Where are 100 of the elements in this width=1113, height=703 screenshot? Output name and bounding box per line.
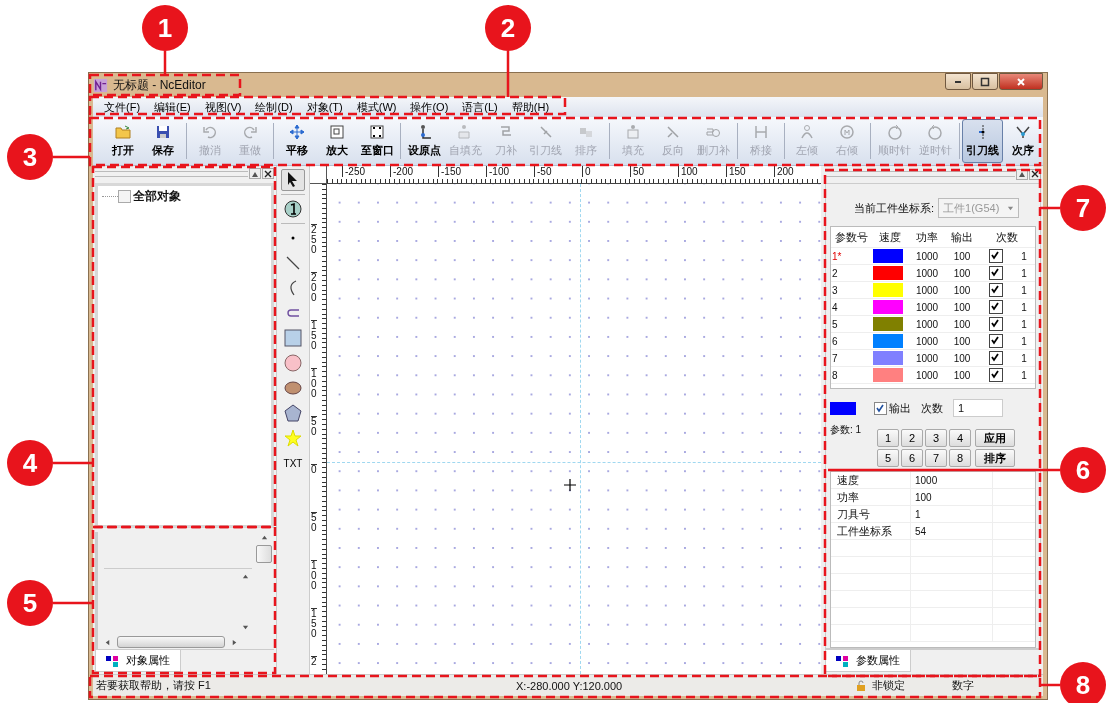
table-row[interactable]: 7 1000 100 1 bbox=[831, 350, 1035, 367]
checkbox[interactable] bbox=[989, 283, 1003, 297]
checkbox[interactable] bbox=[989, 334, 1003, 348]
color-swatch[interactable] bbox=[873, 300, 903, 314]
folder-icon bbox=[115, 124, 131, 140]
table-row[interactable]: 8 1000 100 1 bbox=[831, 367, 1035, 384]
minimize-icon bbox=[955, 80, 961, 83]
callout-badge: 2 bbox=[485, 5, 531, 51]
menu-item[interactable]: 编辑(E) bbox=[147, 99, 198, 115]
clockwise-circle-icon bbox=[886, 124, 903, 140]
ellipse-icon bbox=[284, 379, 302, 397]
checkbox[interactable] bbox=[989, 368, 1003, 382]
property-value: 1 bbox=[911, 506, 993, 522]
tree-item[interactable]: 全部对象 bbox=[133, 187, 181, 205]
close-button[interactable] bbox=[1029, 168, 1041, 180]
number-button[interactable]: 5 bbox=[877, 449, 900, 467]
number-button[interactable]: 2 bbox=[901, 429, 924, 447]
table-cell-text: 7 bbox=[831, 352, 839, 364]
scroll-thumb[interactable] bbox=[256, 545, 272, 563]
color-swatch[interactable] bbox=[830, 401, 856, 415]
properties-icon bbox=[106, 654, 120, 667]
color-swatch[interactable] bbox=[873, 351, 903, 365]
app-icon bbox=[93, 77, 108, 93]
menu-item[interactable]: 帮助(H) bbox=[504, 99, 557, 115]
tool-button[interactable] bbox=[281, 198, 305, 220]
color-swatch[interactable] bbox=[873, 249, 903, 263]
table-row[interactable]: 3 1000 100 1 bbox=[831, 282, 1035, 299]
property-value: 100 bbox=[911, 489, 993, 505]
table-cell-text: 1 bbox=[1020, 301, 1028, 313]
ruler-label: 150 bbox=[311, 320, 317, 351]
callout-badge: 7 bbox=[1060, 185, 1106, 231]
checkbox[interactable] bbox=[989, 317, 1003, 331]
table-cell-text: 1000 bbox=[914, 267, 940, 279]
column-header: 参数号 bbox=[833, 229, 869, 245]
ruler-label: -50 bbox=[534, 166, 552, 177]
checkbox[interactable] bbox=[118, 189, 131, 203]
checkbox[interactable] bbox=[989, 266, 1003, 280]
menu-item[interactable]: 操作(O) bbox=[403, 99, 456, 115]
number-button[interactable]: 6 bbox=[901, 449, 924, 467]
ruler-label: -200 bbox=[390, 166, 413, 177]
scroll-left-icon bbox=[104, 638, 111, 646]
leader-line bbox=[1040, 683, 1060, 687]
panel-tab[interactable]: 对象属性 bbox=[95, 650, 181, 672]
output-checkbox[interactable]: 输出 bbox=[874, 400, 911, 416]
checkbox[interactable] bbox=[989, 249, 1003, 263]
number-button[interactable]: 1 bbox=[877, 429, 900, 447]
table-row[interactable]: 6 1000 100 1 bbox=[831, 333, 1035, 350]
table-cell-text: 2 bbox=[831, 267, 839, 279]
scroll-thumb[interactable] bbox=[117, 636, 225, 648]
leader-line bbox=[53, 155, 90, 159]
toolbar-button[interactable]: 次序 bbox=[1003, 119, 1043, 163]
menu-item[interactable]: 模式(W) bbox=[349, 99, 404, 115]
number-button[interactable]: 8 bbox=[949, 449, 972, 467]
checkbox[interactable] bbox=[989, 351, 1003, 365]
table-row[interactable]: 2 1000 100 1 bbox=[831, 265, 1035, 282]
sort-button[interactable]: 排序 bbox=[975, 449, 1016, 467]
table-cell-text: 100 bbox=[952, 369, 972, 381]
toolbar-button[interactable]: 放大 bbox=[316, 119, 357, 163]
table-row[interactable]: 1* 1000 100 1 bbox=[831, 248, 1035, 265]
number-button[interactable]: 4 bbox=[949, 429, 972, 447]
parameter-label: 参数: 1 bbox=[830, 423, 862, 437]
table-cell-text: 3 bbox=[831, 284, 839, 296]
maximize-button[interactable] bbox=[972, 73, 998, 90]
minimize-button[interactable] bbox=[945, 73, 971, 90]
check-icon bbox=[875, 402, 885, 413]
tool-button[interactable]: TXT bbox=[281, 452, 305, 474]
toolbar-button[interactable]: 打开 bbox=[103, 119, 143, 163]
num-lock-status: 数字 bbox=[952, 678, 974, 693]
color-swatch[interactable] bbox=[873, 266, 903, 280]
menu-item[interactable]: 视图(V) bbox=[197, 99, 249, 115]
toolbar-button[interactable]: 设原点 bbox=[404, 119, 445, 163]
pin-button[interactable] bbox=[249, 168, 261, 180]
close-button[interactable] bbox=[262, 168, 274, 180]
scroll-up-icon bbox=[260, 534, 268, 541]
checkbox[interactable] bbox=[989, 300, 1003, 314]
menu-item[interactable]: 文件(F) bbox=[97, 99, 148, 115]
tool-button[interactable] bbox=[281, 169, 305, 191]
color-swatch[interactable] bbox=[873, 368, 903, 382]
pin-button[interactable] bbox=[1016, 168, 1028, 180]
menu-item[interactable]: 对象(T) bbox=[299, 99, 350, 115]
toolbar-button[interactable]: 保存 bbox=[143, 119, 183, 163]
number-button[interactable]: 7 bbox=[925, 449, 948, 467]
count-field[interactable]: 1 bbox=[953, 399, 1003, 417]
menu-item[interactable]: 绘制(D) bbox=[248, 99, 300, 115]
reverse-icon bbox=[665, 124, 681, 140]
color-swatch[interactable] bbox=[873, 283, 903, 297]
toolbar-button[interactable]: 引刀线 bbox=[962, 119, 1003, 163]
color-swatch[interactable] bbox=[873, 334, 903, 348]
properties-icon bbox=[836, 654, 850, 667]
number-button[interactable]: 3 bbox=[925, 429, 948, 447]
table-row[interactable]: 5 1000 100 1 bbox=[831, 316, 1035, 333]
close-icon bbox=[1031, 170, 1039, 178]
color-swatch[interactable] bbox=[873, 317, 903, 331]
toolbar-button[interactable]: 至窗口 bbox=[356, 119, 398, 163]
panel-tab[interactable]: 参数属性 bbox=[825, 650, 911, 672]
table-row[interactable]: 4 1000 100 1 bbox=[831, 299, 1035, 316]
toolbar-button[interactable]: 平移 bbox=[276, 119, 317, 163]
menu-item[interactable]: 语言(L) bbox=[455, 99, 505, 115]
tool-button[interactable] bbox=[281, 402, 305, 424]
apply-button[interactable]: 应用 bbox=[975, 429, 1016, 447]
